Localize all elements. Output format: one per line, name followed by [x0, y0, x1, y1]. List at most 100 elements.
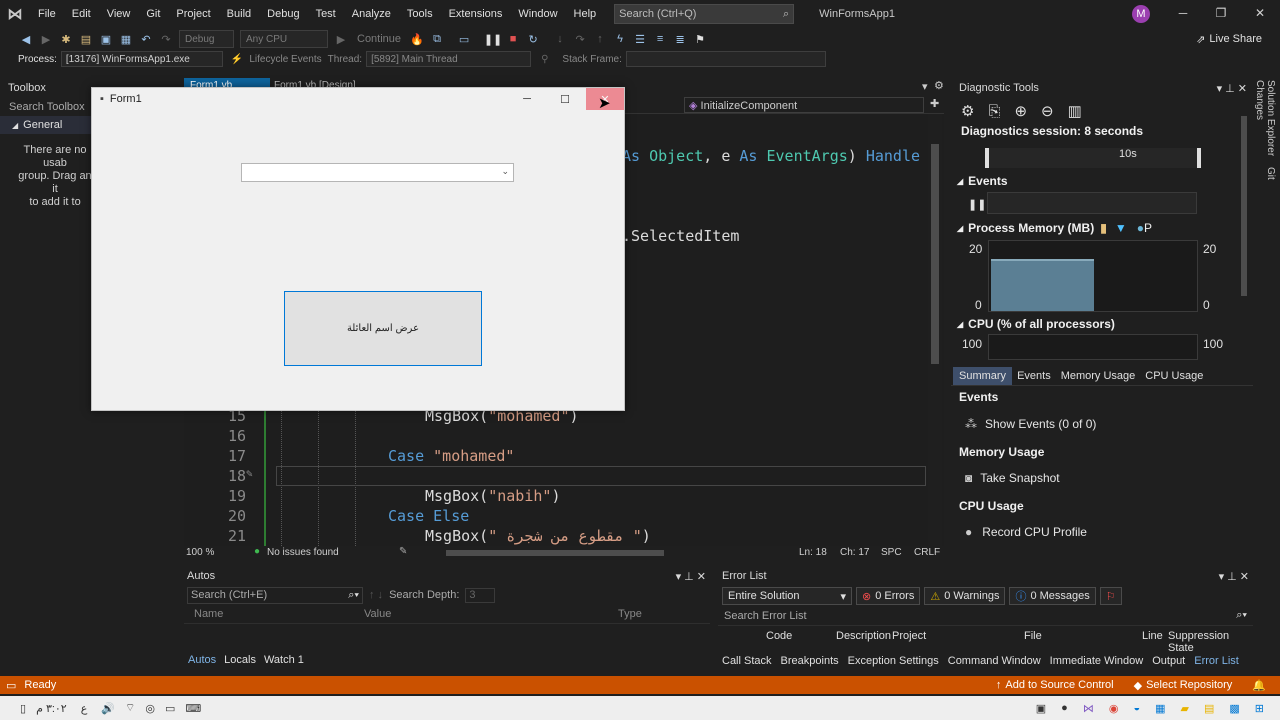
menu-debug[interactable]: Debug [259, 8, 307, 20]
network-icon[interactable]: ⌔ [125, 701, 135, 715]
tab-summary[interactable]: Summary [953, 366, 1013, 385]
indentation-mode[interactable]: SPC [881, 547, 902, 558]
live-share-button[interactable]: Live Share [1209, 33, 1262, 45]
menu-test[interactable]: Test [308, 8, 344, 20]
pause-icon[interactable]: ❚❚ [484, 30, 502, 48]
column-description[interactable]: Description [836, 630, 891, 642]
horizontal-scrollbar[interactable] [446, 550, 664, 556]
menu-help[interactable]: Help [566, 8, 605, 20]
events-track[interactable] [987, 192, 1197, 214]
menu-view[interactable]: View [99, 8, 139, 20]
open-folder-icon[interactable]: ▤ [77, 30, 95, 48]
editor-vertical-scrollbar[interactable] [928, 114, 942, 546]
pause-events-icon[interactable]: ❚❚ [968, 198, 986, 211]
tab-events[interactable]: Events [1012, 367, 1056, 385]
maximize-icon[interactable]: ❐ [1211, 6, 1231, 20]
scrollbar-thumb[interactable] [931, 144, 939, 364]
scope-dropdown[interactable]: Entire Solution ▾ [722, 587, 852, 605]
tab-immediate-window[interactable]: Immediate Window [1050, 655, 1144, 667]
column-name[interactable]: Name [194, 608, 223, 620]
family-combobox[interactable]: ⌄ [241, 163, 514, 182]
member-dropdown[interactable]: ◈ InitializeComponent [684, 97, 924, 113]
issues-status[interactable]: No issues found [267, 547, 339, 558]
tab-memory-usage[interactable]: Memory Usage [1056, 367, 1141, 385]
save-all-icon[interactable]: ▦ [117, 30, 135, 48]
browser-link-icon[interactable]: ⧉ [428, 30, 446, 48]
taskbar-app-icon[interactable]: ▣ [1036, 702, 1046, 715]
column-line[interactable]: Line [1142, 630, 1163, 642]
visual-studio-icon[interactable]: ⋈ [1083, 702, 1094, 715]
menu-tools[interactable]: Tools [399, 8, 441, 20]
form-maximize-icon[interactable]: ☐ [546, 88, 584, 110]
column-code[interactable]: Code [766, 630, 792, 642]
tab-overflow-icon[interactable]: ▾ [922, 80, 928, 93]
search-depth-input[interactable]: 3 [465, 587, 496, 603]
stop-icon[interactable]: ■ [504, 30, 522, 48]
build-filter-button[interactable]: ⚐ [1099, 587, 1122, 605]
config-dropdown[interactable]: Debug [179, 30, 234, 48]
stack-frame-dropdown[interactable] [625, 51, 826, 67]
filter-icon[interactable]: ⚲ [541, 54, 548, 65]
show-events-link[interactable]: ⁂ Show Events (0 of 0) [965, 417, 1096, 431]
error-search-input[interactable]: Search Error List ⌕▾ [718, 606, 1253, 626]
continue-button[interactable]: Continue [357, 33, 401, 45]
global-search-input[interactable]: Search (Ctrl+Q) ⌕ [614, 4, 795, 24]
tab-call-stack[interactable]: Call Stack [722, 655, 772, 667]
save-icon[interactable]: ▣ [97, 30, 115, 48]
notifications-icon[interactable]: 🔔 [1252, 679, 1266, 692]
menu-extensions[interactable]: Extensions [441, 8, 511, 20]
start-icon[interactable]: ⊞ [1255, 702, 1264, 715]
code-cleanup-icon[interactable]: ✎ [399, 546, 407, 557]
tab-error-list[interactable]: Error List [1194, 655, 1239, 667]
timeline-ruler[interactable]: 10s [985, 148, 1201, 168]
memory-section-header[interactable]: ◢ Process Memory (MB) ▮ ▼ ● P [957, 221, 1152, 235]
column-suppression-state[interactable]: Suppression State [1168, 630, 1253, 654]
thread-dropdown[interactable]: [5892] Main Thread [366, 51, 532, 67]
cpu-section-header[interactable]: ◢ CPU (% of all processors) [957, 317, 1115, 331]
quick-action-icon[interactable]: ✎ [246, 467, 253, 480]
uncomment-icon[interactable]: ≣ [671, 30, 689, 48]
side-tab-solution-explorer[interactable]: Solution Explorer [1265, 80, 1276, 156]
threads-icon[interactable]: ☰ [631, 30, 649, 48]
column-type[interactable]: Type [618, 608, 642, 620]
reset-view-icon[interactable]: ▥ [1068, 102, 1082, 120]
step-into-icon[interactable]: ↓ [551, 30, 569, 48]
zoom-in-icon[interactable]: ⊕ [1014, 102, 1027, 120]
split-editor-icon[interactable]: ✚ [930, 97, 939, 110]
panel-controls-icon[interactable]: ▾ ⊥ ✕ [1217, 82, 1247, 95]
comment-icon[interactable]: ≡ [651, 30, 669, 48]
tab-locals[interactable]: Locals [224, 654, 256, 666]
tab-autos[interactable]: Autos [188, 654, 216, 666]
tab-breakpoints[interactable]: Breakpoints [781, 655, 839, 667]
new-item-icon[interactable]: ✱ [57, 30, 75, 48]
obs-icon[interactable]: ● [1061, 702, 1068, 714]
record-cpu-link[interactable]: ● Record CPU Profile [965, 525, 1087, 539]
menu-project[interactable]: Project [168, 8, 218, 20]
minimize-icon[interactable]: ─ [1173, 6, 1193, 20]
keyboard-icon[interactable]: ⌨ [185, 702, 201, 715]
zoom-level[interactable]: 100 % [186, 547, 214, 558]
memory-graph[interactable] [988, 240, 1198, 312]
lifecycle-events-dropdown[interactable]: Lifecycle Events [249, 54, 321, 65]
tab-command-window[interactable]: Command Window [948, 655, 1041, 667]
close-icon[interactable]: ✕ [1250, 6, 1270, 20]
app-generic-icon[interactable]: ▤ [1204, 702, 1214, 715]
menu-analyze[interactable]: Analyze [344, 8, 399, 20]
select-repository[interactable]: Select Repository [1146, 679, 1232, 691]
warnings-filter-button[interactable]: ⚠ 0 Warnings [924, 587, 1006, 605]
autos-search-input[interactable]: Search (Ctrl+E) ⌕▾ [187, 586, 363, 604]
restart-icon[interactable]: ↻ [524, 30, 542, 48]
store-icon[interactable]: ▦ [1155, 702, 1165, 715]
redo-icon[interactable]: ↷ [157, 30, 175, 48]
menu-edit[interactable]: Edit [64, 8, 99, 20]
step-over-icon[interactable]: ↷ [571, 30, 589, 48]
forward-icon[interactable]: ▶ [37, 30, 55, 48]
column-project[interactable]: Project [892, 630, 926, 642]
take-snapshot-link[interactable]: ◙ Take Snapshot [965, 471, 1060, 485]
column-file[interactable]: File [1024, 630, 1042, 642]
add-to-source-control[interactable]: Add to Source Control [1005, 679, 1113, 691]
photos-icon[interactable]: ▩ [1229, 702, 1239, 715]
account-avatar[interactable]: M [1132, 5, 1150, 23]
cpu-graph[interactable] [988, 334, 1198, 360]
layout-icon[interactable]: ▭ [455, 30, 473, 48]
